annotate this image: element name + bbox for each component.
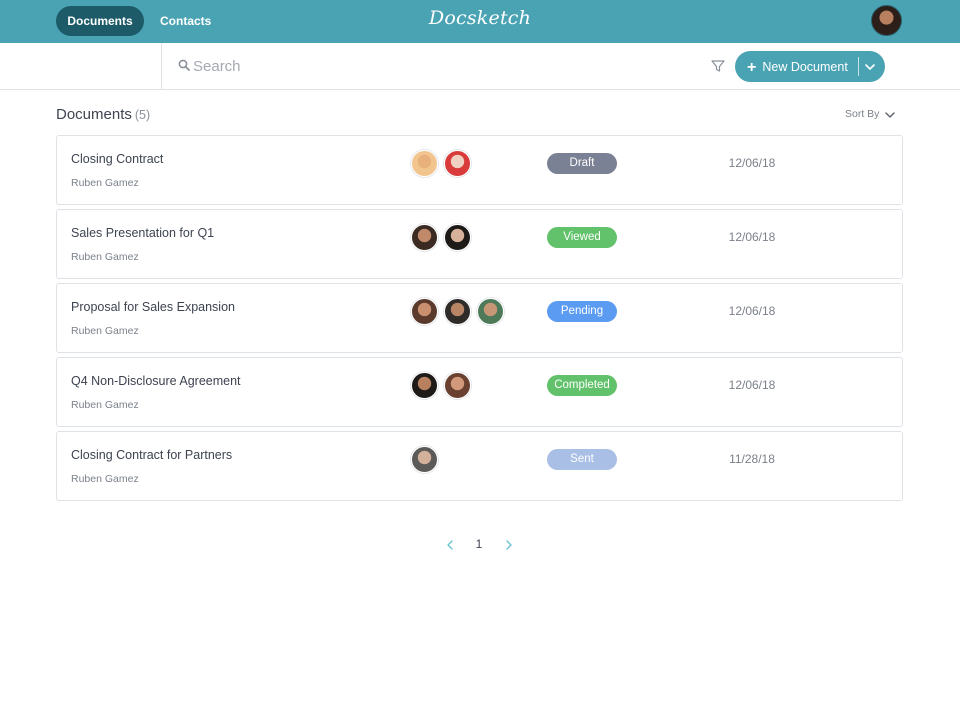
top-navbar: Documents Contacts Docsketch xyxy=(0,0,960,43)
document-row[interactable]: Proposal for Sales Expansion Ruben Gamez P… xyxy=(56,283,903,353)
status-badge: Viewed xyxy=(547,227,617,248)
chevron-right-icon[interactable] xyxy=(503,539,515,551)
status-badge: Pending xyxy=(547,301,617,322)
sort-chevron-down-icon[interactable] xyxy=(884,110,896,120)
filter-icon[interactable] xyxy=(710,58,726,74)
recipient-avatar[interactable] xyxy=(411,224,438,251)
document-owner: Ruben Gamez xyxy=(71,251,139,263)
search-icon xyxy=(178,59,190,71)
pagination: 1 xyxy=(440,535,520,555)
recipient-avatar[interactable] xyxy=(477,298,504,325)
nav-tab-documents[interactable]: Documents xyxy=(56,6,144,36)
app-logo[interactable]: Docsketch xyxy=(400,7,560,29)
user-avatar[interactable] xyxy=(871,5,902,36)
nav-tab-contacts[interactable]: Contacts xyxy=(160,6,211,36)
document-date: 11/28/18 xyxy=(729,452,775,466)
page-number[interactable]: 1 xyxy=(472,537,486,551)
recipient-avatar[interactable] xyxy=(411,298,438,325)
document-owner: Ruben Gamez xyxy=(71,177,139,189)
document-owner: Ruben Gamez xyxy=(71,325,139,337)
document-list: Closing Contract Ruben Gamez Draft 12/06/18… xyxy=(56,135,903,505)
plus-icon: + xyxy=(747,59,757,76)
recipient-avatar[interactable] xyxy=(411,446,438,473)
recipient-avatar[interactable] xyxy=(444,224,471,251)
document-owner: Ruben Gamez xyxy=(71,473,139,485)
sidebar-spacer xyxy=(0,43,162,89)
recipient-avatar[interactable] xyxy=(411,372,438,399)
button-divider xyxy=(858,57,859,76)
page-title: Documents (5) xyxy=(56,106,150,123)
document-owner: Ruben Gamez xyxy=(71,399,139,411)
document-date: 12/06/18 xyxy=(728,304,776,318)
document-date: 12/06/18 xyxy=(728,156,776,170)
new-document-label: New Document xyxy=(762,60,848,74)
document-date: 12/06/18 xyxy=(728,230,776,244)
sort-by-button[interactable]: Sort By xyxy=(845,108,879,120)
chevron-down-icon[interactable] xyxy=(863,61,877,73)
document-row[interactable]: Sales Presentation for Q1 Ruben Gamez View… xyxy=(56,209,903,279)
document-title[interactable]: Sales Presentation for Q1 xyxy=(71,226,214,240)
status-badge: Sent xyxy=(547,449,617,470)
recipient-avatar[interactable] xyxy=(411,150,438,177)
new-document-split-button: + New Document xyxy=(735,51,885,82)
document-date: 12/06/18 xyxy=(728,378,776,392)
chevron-left-icon[interactable] xyxy=(444,539,456,551)
document-title[interactable]: Closing Contract for Partners xyxy=(71,448,232,462)
document-title[interactable]: Proposal for Sales Expansion xyxy=(71,300,235,314)
status-badge: Completed xyxy=(547,375,617,396)
search-toolbar: + New Document xyxy=(0,43,960,90)
page-title-text: Documents xyxy=(56,106,132,123)
document-row[interactable]: Closing Contract Ruben Gamez Draft 12/06/18 xyxy=(56,135,903,205)
document-title[interactable]: Closing Contract xyxy=(71,152,163,166)
document-row[interactable]: Closing Contract for Partners Ruben Gamez… xyxy=(56,431,903,501)
recipient-avatar[interactable] xyxy=(444,372,471,399)
status-badge: Draft xyxy=(547,153,617,174)
document-count: (5) xyxy=(134,108,151,122)
new-document-button[interactable]: + New Document xyxy=(735,51,857,82)
document-row[interactable]: Q4 Non-Disclosure Agreement Ruben Gamez Co… xyxy=(56,357,903,427)
search-input[interactable] xyxy=(193,53,673,79)
recipient-avatar[interactable] xyxy=(444,298,471,325)
document-title[interactable]: Q4 Non-Disclosure Agreement xyxy=(71,374,241,388)
recipient-avatar[interactable] xyxy=(444,150,471,177)
